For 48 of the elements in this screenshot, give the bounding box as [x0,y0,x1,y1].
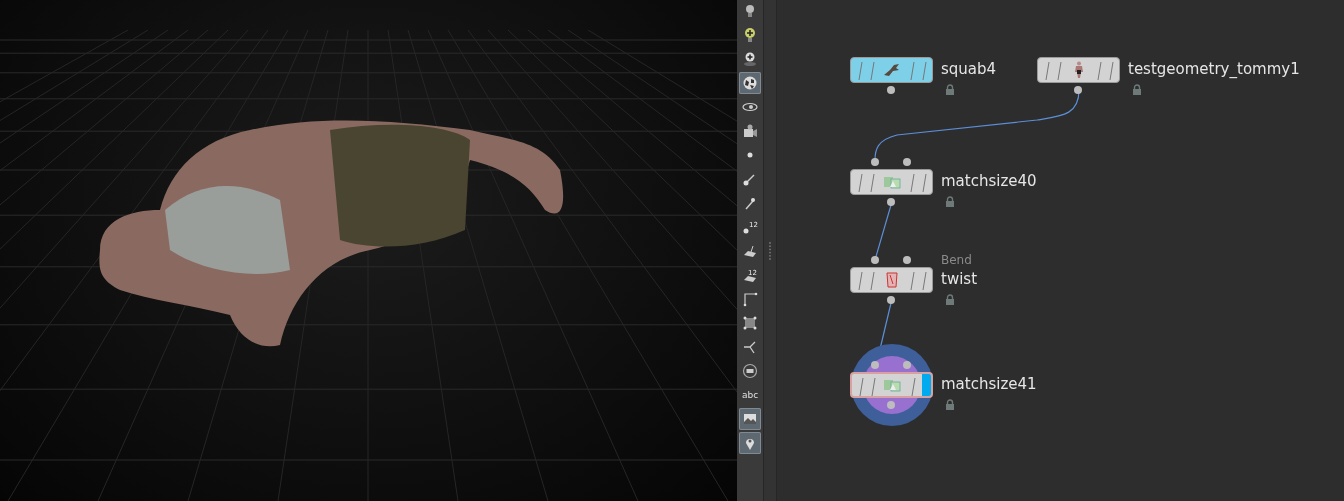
lock-icon[interactable] [945,84,955,95]
lock-icon[interactable] [945,399,955,410]
camera-icon [742,123,758,139]
output-connector-icon[interactable] [887,198,895,206]
axes-icon [742,339,758,355]
toolbar-button[interactable] [739,72,761,94]
node-name-label[interactable]: twist [941,270,977,288]
lock-icon[interactable] [1132,84,1142,95]
toolbar-button[interactable]: abc [739,384,761,406]
lock-icon[interactable] [945,294,955,305]
network-node[interactable] [850,57,933,83]
output-connector-icon[interactable] [1074,86,1082,94]
node-name-label[interactable]: matchsize41 [941,375,1037,393]
input-connector-icon[interactable] [871,256,879,264]
input-connector-icon[interactable] [903,158,911,166]
boxes-icon [881,174,902,190]
input-connector-icon[interactable] [903,256,911,264]
brush-icon [742,171,758,187]
input-connector-icon[interactable] [871,361,879,369]
plane-icon [742,243,758,259]
light-bulb-icon [742,27,758,43]
bounding-box-icon [742,315,758,331]
bend-icon [884,271,899,289]
input-connector-icon[interactable] [871,158,879,166]
output-connector-icon[interactable] [887,296,895,304]
corner-icon [742,291,758,307]
output-connector-icon[interactable] [887,86,895,94]
figure-icon [1073,61,1084,79]
sphere-icon [742,75,758,91]
toolbar-button[interactable] [739,432,761,454]
network-node[interactable] [1037,57,1120,83]
network-node[interactable] [850,372,933,398]
toolbar-button[interactable] [739,408,761,430]
splitter-handle-icon[interactable] [768,240,772,261]
node-type-label: Bend [941,253,972,267]
network-node[interactable] [850,169,933,195]
node-name-label[interactable]: squab4 [941,60,997,78]
network-node[interactable] [850,267,933,293]
circle-bar-icon [742,363,758,379]
input-connector-icon[interactable] [903,361,911,369]
text-label: abc [741,390,759,400]
node-name-label[interactable]: testgeometry_tommy1 [1128,60,1300,78]
lock-icon[interactable] [945,196,955,207]
pin-icon [742,195,758,211]
boxes-icon [881,377,902,393]
image-icon [742,411,758,427]
light-bulb-icon [742,51,758,67]
node-name-label[interactable]: matchsize40 [941,172,1037,190]
